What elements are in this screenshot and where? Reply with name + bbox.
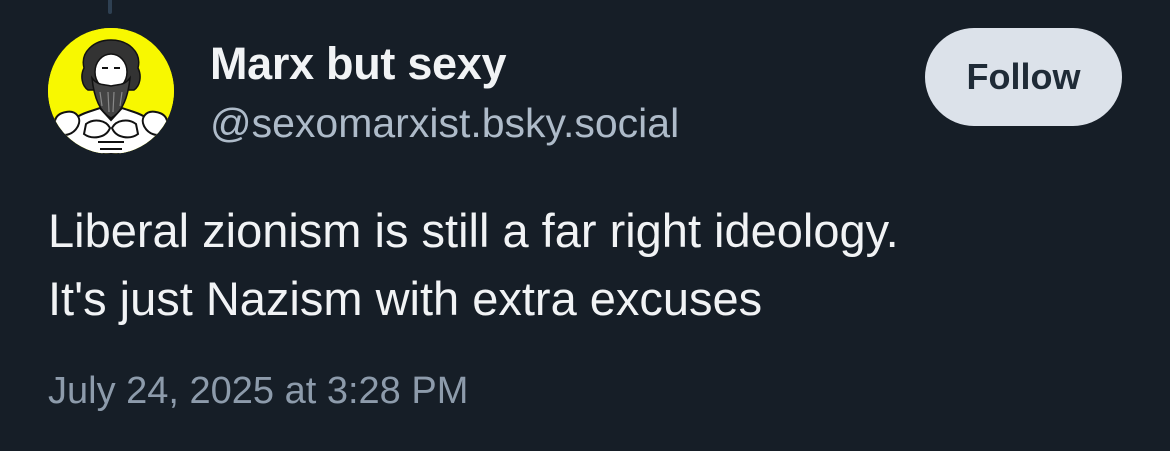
muscular-bearded-man-avatar-icon (48, 28, 174, 154)
author-display-name[interactable]: Marx but sexy (210, 38, 507, 90)
thread-connector-line (108, 0, 112, 14)
post-text: Liberal zionism is still a far right ide… (48, 197, 1138, 333)
post-text-line-1: Liberal zionism is still a far right ide… (48, 204, 899, 257)
post-text-line-2: It's just Nazism with extra excuses (48, 272, 763, 325)
author-handle[interactable]: @sexomarxist.bsky.social (210, 100, 679, 147)
follow-button[interactable]: Follow (925, 28, 1122, 126)
post-timestamp: July 24, 2025 at 3:28 PM (48, 370, 469, 412)
avatar[interactable] (48, 28, 174, 154)
